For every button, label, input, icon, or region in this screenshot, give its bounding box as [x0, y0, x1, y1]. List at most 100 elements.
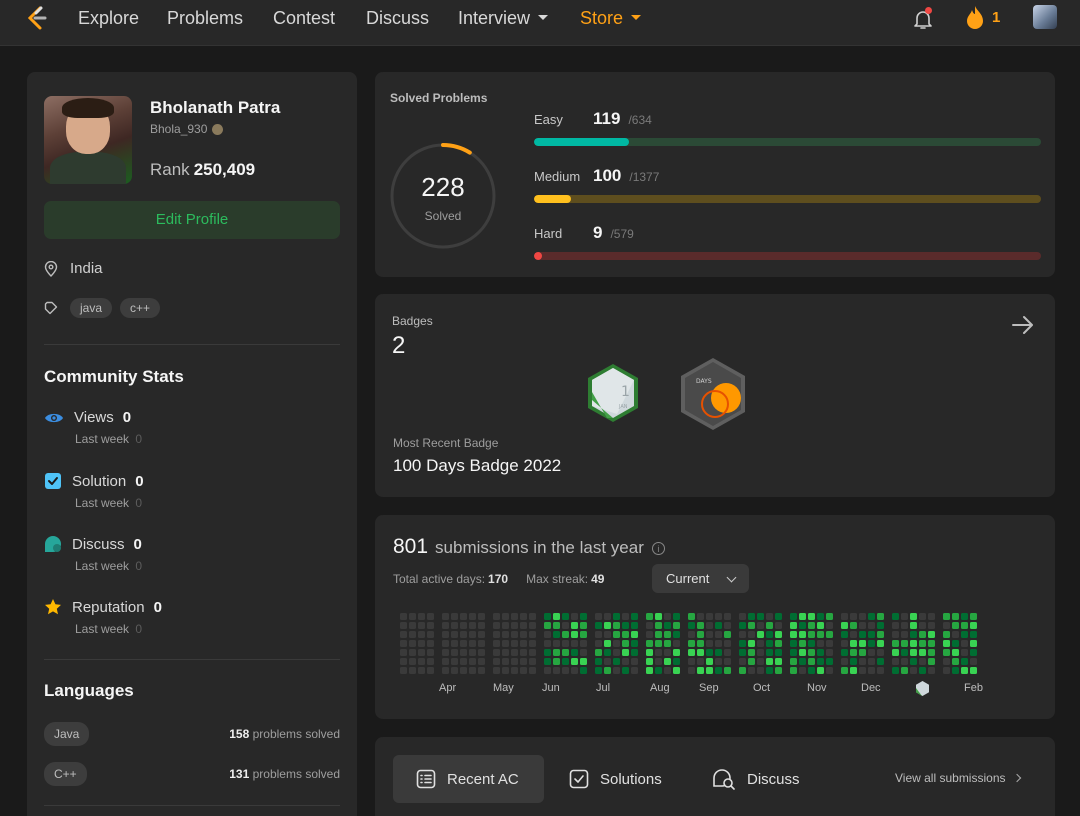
heatmap-cell[interactable]	[910, 622, 917, 629]
heatmap-cell[interactable]	[409, 622, 416, 629]
heatmap-cell[interactable]	[739, 631, 746, 638]
heatmap-cell[interactable]	[910, 613, 917, 620]
heatmap-cell[interactable]	[943, 613, 950, 620]
heatmap-cell[interactable]	[562, 631, 569, 638]
heatmap-cell[interactable]	[748, 613, 755, 620]
heatmap-cell[interactable]	[442, 640, 449, 647]
heatmap-cell[interactable]	[952, 622, 959, 629]
heatmap-cell[interactable]	[655, 613, 662, 620]
heatmap-cell[interactable]	[724, 658, 731, 665]
heatmap-cell[interactable]	[850, 658, 857, 665]
heatmap-cell[interactable]	[478, 622, 485, 629]
heatmap-cell[interactable]	[511, 658, 518, 665]
heatmap-cell[interactable]	[400, 667, 407, 674]
heatmap-cell[interactable]	[580, 640, 587, 647]
heatmap-cell[interactable]	[859, 622, 866, 629]
heatmap-cell[interactable]	[571, 649, 578, 656]
heatmap-cell[interactable]	[961, 658, 968, 665]
heatmap-cell[interactable]	[724, 667, 731, 674]
year-selector[interactable]: Current	[652, 564, 749, 593]
heatmap-cell[interactable]	[520, 658, 527, 665]
heatmap-cell[interactable]	[418, 631, 425, 638]
heatmap-cell[interactable]	[664, 667, 671, 674]
heatmap-cell[interactable]	[715, 622, 722, 629]
heatmap-cell[interactable]	[571, 622, 578, 629]
heatmap-cell[interactable]	[766, 640, 773, 647]
heatmap-cell[interactable]	[562, 640, 569, 647]
heatmap-cell[interactable]	[919, 649, 926, 656]
heatmap-cell[interactable]	[850, 613, 857, 620]
heatmap-cell[interactable]	[664, 613, 671, 620]
heatmap-cell[interactable]	[529, 622, 536, 629]
heatmap-cell[interactable]	[571, 613, 578, 620]
heatmap-cell[interactable]	[427, 613, 434, 620]
heatmap-cell[interactable]	[604, 640, 611, 647]
heatmap-cell[interactable]	[892, 649, 899, 656]
heatmap-cell[interactable]	[646, 622, 653, 629]
heatmap-cell[interactable]	[697, 622, 704, 629]
heatmap-cell[interactable]	[943, 658, 950, 665]
heatmap-cell[interactable]	[817, 649, 824, 656]
heatmap-cell[interactable]	[919, 613, 926, 620]
heatmap-cell[interactable]	[418, 640, 425, 647]
heatmap-cell[interactable]	[688, 622, 695, 629]
heatmap-cell[interactable]	[766, 649, 773, 656]
heatmap-cell[interactable]	[520, 649, 527, 656]
heatmap-cell[interactable]	[502, 667, 509, 674]
heatmap-cell[interactable]	[868, 667, 875, 674]
heatmap-cell[interactable]	[493, 649, 500, 656]
heatmap-cell[interactable]	[655, 631, 662, 638]
heatmap-cell[interactable]	[766, 622, 773, 629]
heatmap-cell[interactable]	[868, 640, 875, 647]
heatmap-cell[interactable]	[544, 622, 551, 629]
heatmap-cell[interactable]	[841, 613, 848, 620]
heatmap-cell[interactable]	[544, 667, 551, 674]
heatmap-cell[interactable]	[478, 613, 485, 620]
heatmap-cell[interactable]	[655, 622, 662, 629]
heatmap-cell[interactable]	[604, 622, 611, 629]
heatmap-cell[interactable]	[970, 658, 977, 665]
heatmap-cell[interactable]	[544, 631, 551, 638]
heatmap-cell[interactable]	[442, 613, 449, 620]
heatmap-cell[interactable]	[409, 649, 416, 656]
heatmap-cell[interactable]	[790, 622, 797, 629]
heatmap-cell[interactable]	[622, 631, 629, 638]
heatmap-cell[interactable]	[493, 613, 500, 620]
heatmap-cell[interactable]	[529, 640, 536, 647]
heatmap-cell[interactable]	[442, 622, 449, 629]
heatmap-cell[interactable]	[451, 667, 458, 674]
heatmap-cell[interactable]	[511, 649, 518, 656]
heatmap-cell[interactable]	[928, 631, 935, 638]
heatmap-cell[interactable]	[850, 640, 857, 647]
heatmap-cell[interactable]	[748, 640, 755, 647]
heatmap-cell[interactable]	[595, 658, 602, 665]
heatmap-cell[interactable]	[460, 649, 467, 656]
nav-discuss[interactable]: Discuss	[366, 8, 429, 29]
heatmap-cell[interactable]	[562, 613, 569, 620]
heatmap-cell[interactable]	[553, 640, 560, 647]
nav-explore[interactable]: Explore	[78, 8, 139, 29]
heatmap-cell[interactable]	[469, 649, 476, 656]
heatmap-cell[interactable]	[604, 658, 611, 665]
heatmap-cell[interactable]	[562, 649, 569, 656]
heatmap-cell[interactable]	[859, 667, 866, 674]
heatmap-cell[interactable]	[604, 649, 611, 656]
heatmap-cell[interactable]	[460, 622, 467, 629]
heatmap-cell[interactable]	[400, 631, 407, 638]
heatmap-cell[interactable]	[910, 667, 917, 674]
heatmap-cell[interactable]	[553, 622, 560, 629]
heatmap-cell[interactable]	[451, 622, 458, 629]
avatar[interactable]	[1033, 5, 1057, 29]
fire-icon[interactable]	[964, 5, 986, 31]
heatmap-cell[interactable]	[418, 622, 425, 629]
heatmap-cell[interactable]	[910, 631, 917, 638]
info-icon[interactable]: i	[651, 542, 665, 556]
heatmap-cell[interactable]	[631, 658, 638, 665]
heatmap-cell[interactable]	[427, 631, 434, 638]
heatmap-cell[interactable]	[604, 667, 611, 674]
heatmap-cell[interactable]	[952, 631, 959, 638]
heatmap-cell[interactable]	[850, 667, 857, 674]
heatmap-cell[interactable]	[799, 622, 806, 629]
heatmap-cell[interactable]	[613, 622, 620, 629]
heatmap-cell[interactable]	[502, 640, 509, 647]
